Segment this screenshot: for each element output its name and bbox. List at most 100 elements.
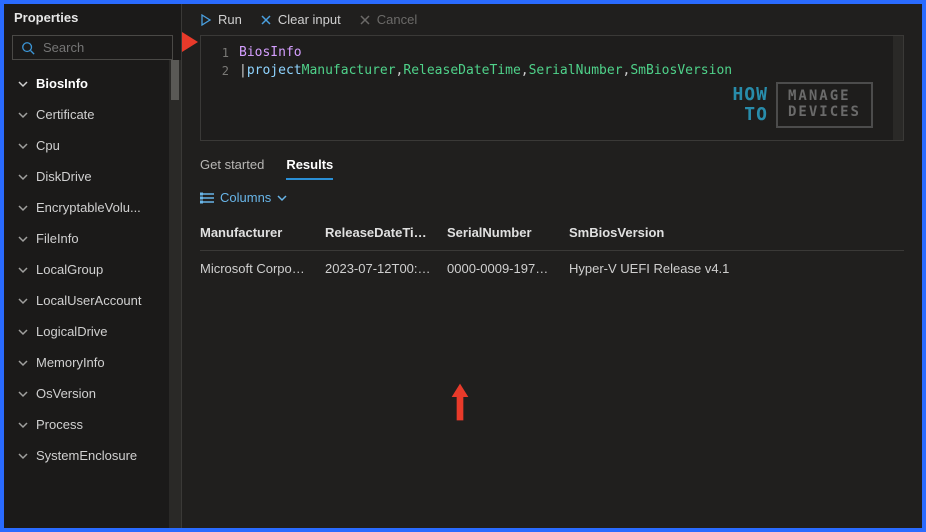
sidebar-item-osversion[interactable]: OsVersion <box>4 378 177 409</box>
editor-token-sep: , <box>623 62 631 80</box>
sidebar-item-label: DiskDrive <box>36 169 92 184</box>
editor-token-field: SmBiosVersion <box>630 62 732 80</box>
properties-tree: BiosInfo Certificate Cpu DiskDrive Encry… <box>4 68 181 528</box>
table-header-serialnumber[interactable]: SerialNumber <box>447 225 569 240</box>
sidebar-item-label: EncryptableVolu... <box>36 200 141 215</box>
sidebar-item-label: LocalUserAccount <box>36 293 142 308</box>
sidebar-item-systemenclosure[interactable]: SystemEnclosure <box>4 440 177 471</box>
columns-label: Columns <box>220 190 271 205</box>
results-table: Manufacturer ReleaseDateTime SerialNumbe… <box>200 215 904 286</box>
run-button[interactable]: Run <box>200 12 242 27</box>
sidebar-item-localuseraccount[interactable]: LocalUserAccount <box>4 285 177 316</box>
sidebar-item-certificate[interactable]: Certificate <box>4 99 177 130</box>
query-editor[interactable]: 1 BiosInfo 2 | project Manufacturer , Re… <box>200 35 904 141</box>
sidebar-item-label: SystemEnclosure <box>36 448 137 463</box>
sidebar-item-label: OsVersion <box>36 386 96 401</box>
sidebar-scrollbar[interactable] <box>169 60 181 528</box>
sidebar-item-label: LogicalDrive <box>36 324 108 339</box>
chevron-down-icon <box>18 327 28 337</box>
columns-icon <box>200 192 214 204</box>
properties-sidebar: Properties BiosInfo Certificate Cpu Disk… <box>4 4 182 528</box>
clear-input-button[interactable]: Clear input <box>260 12 341 27</box>
sidebar-item-label: Process <box>36 417 83 432</box>
sidebar-item-memoryinfo[interactable]: MemoryInfo <box>4 347 177 378</box>
chevron-down-icon <box>18 265 28 275</box>
tab-get-started[interactable]: Get started <box>200 157 264 180</box>
chevron-down-icon <box>18 451 28 461</box>
chevron-down-icon <box>18 234 28 244</box>
editor-token-field: ReleaseDateTime <box>403 62 520 80</box>
sidebar-item-label: MemoryInfo <box>36 355 105 370</box>
watermark-text: TO <box>732 106 768 124</box>
sidebar-item-process[interactable]: Process <box>4 409 177 440</box>
chevron-down-icon <box>18 79 28 89</box>
watermark-howto: HOW TO <box>732 86 768 124</box>
sidebar-item-localgroup[interactable]: LocalGroup <box>4 254 177 285</box>
sidebar-item-cpu[interactable]: Cpu <box>4 130 177 161</box>
line-number: 2 <box>211 62 229 80</box>
sidebar-item-diskdrive[interactable]: DiskDrive <box>4 161 177 192</box>
main-panel: Run Clear input Cancel 1 BiosInfo 2 | pr… <box>182 4 922 528</box>
sidebar-item-biosinfo[interactable]: BiosInfo <box>4 68 177 99</box>
editor-line-1: 1 BiosInfo <box>201 44 903 62</box>
line-number: 1 <box>211 44 229 62</box>
chevron-down-icon <box>18 141 28 151</box>
watermark-text: MANAGE <box>788 88 861 104</box>
watermark-box: MANAGE DEVICES <box>776 82 873 128</box>
editor-token-sep: , <box>521 62 529 80</box>
editor-token-keyword: project <box>247 62 302 80</box>
table-cell: Microsoft Corporat... <box>200 261 325 276</box>
result-tabs: Get started Results <box>182 153 922 180</box>
sidebar-item-encryptablevolume[interactable]: EncryptableVolu... <box>4 192 177 223</box>
editor-token-field: Manufacturer <box>302 62 396 80</box>
editor-token-field: SerialNumber <box>529 62 623 80</box>
chevron-down-icon <box>18 389 28 399</box>
watermark-text: DEVICES <box>788 104 861 120</box>
table-header-row: Manufacturer ReleaseDateTime SerialNumbe… <box>200 215 904 251</box>
chevron-down-icon <box>277 193 287 203</box>
play-icon <box>200 14 212 26</box>
search-input[interactable] <box>43 40 164 55</box>
sidebar-item-logicaldrive[interactable]: LogicalDrive <box>4 316 177 347</box>
tab-results[interactable]: Results <box>286 157 333 180</box>
chevron-down-icon <box>18 296 28 306</box>
search-icon <box>21 41 35 55</box>
editor-line-2: 2 | project Manufacturer , ReleaseDateTi… <box>201 62 903 80</box>
chevron-down-icon <box>18 420 28 430</box>
editor-scrollbar[interactable] <box>893 36 903 140</box>
chevron-down-icon <box>18 172 28 182</box>
sidebar-item-label: Certificate <box>36 107 95 122</box>
watermark: HOW TO MANAGE DEVICES <box>732 82 873 128</box>
editor-token-table: BiosInfo <box>239 44 302 62</box>
scrollbar-thumb[interactable] <box>171 60 179 100</box>
close-icon <box>260 14 272 26</box>
table-row[interactable]: Microsoft Corporat... 2023-07-12T00:00:.… <box>200 251 904 286</box>
cancel-label: Cancel <box>377 12 417 27</box>
watermark-text: HOW <box>732 84 768 105</box>
table-header-releasedatetime[interactable]: ReleaseDateTime <box>325 225 447 240</box>
editor-token-pipe: | <box>239 62 247 80</box>
table-header-manufacturer[interactable]: Manufacturer <box>200 225 325 240</box>
chevron-down-icon <box>18 358 28 368</box>
sidebar-item-label: Cpu <box>36 138 60 153</box>
chevron-down-icon <box>18 203 28 213</box>
table-cell: Hyper-V UEFI Release v4.1 <box>569 261 904 276</box>
columns-button[interactable]: Columns <box>182 180 922 215</box>
sidebar-item-fileinfo[interactable]: FileInfo <box>4 223 177 254</box>
chevron-down-icon <box>18 110 28 120</box>
table-header-smbiosversion[interactable]: SmBiosVersion <box>569 225 904 240</box>
cancel-button: Cancel <box>359 12 417 27</box>
sidebar-item-label: FileInfo <box>36 231 79 246</box>
sidebar-item-label: BiosInfo <box>36 76 88 91</box>
annotation-arrow-right-icon <box>152 22 200 62</box>
annotation-arrow-up-icon <box>436 382 484 422</box>
table-cell: 2023-07-12T00:00:... <box>325 261 447 276</box>
clear-label: Clear input <box>278 12 341 27</box>
sidebar-item-label: LocalGroup <box>36 262 103 277</box>
close-icon <box>359 14 371 26</box>
toolbar: Run Clear input Cancel <box>182 4 922 35</box>
search-box[interactable] <box>12 35 173 60</box>
table-cell: 0000-0009-1979-4... <box>447 261 569 276</box>
run-label: Run <box>218 12 242 27</box>
editor-token-sep: , <box>396 62 404 80</box>
